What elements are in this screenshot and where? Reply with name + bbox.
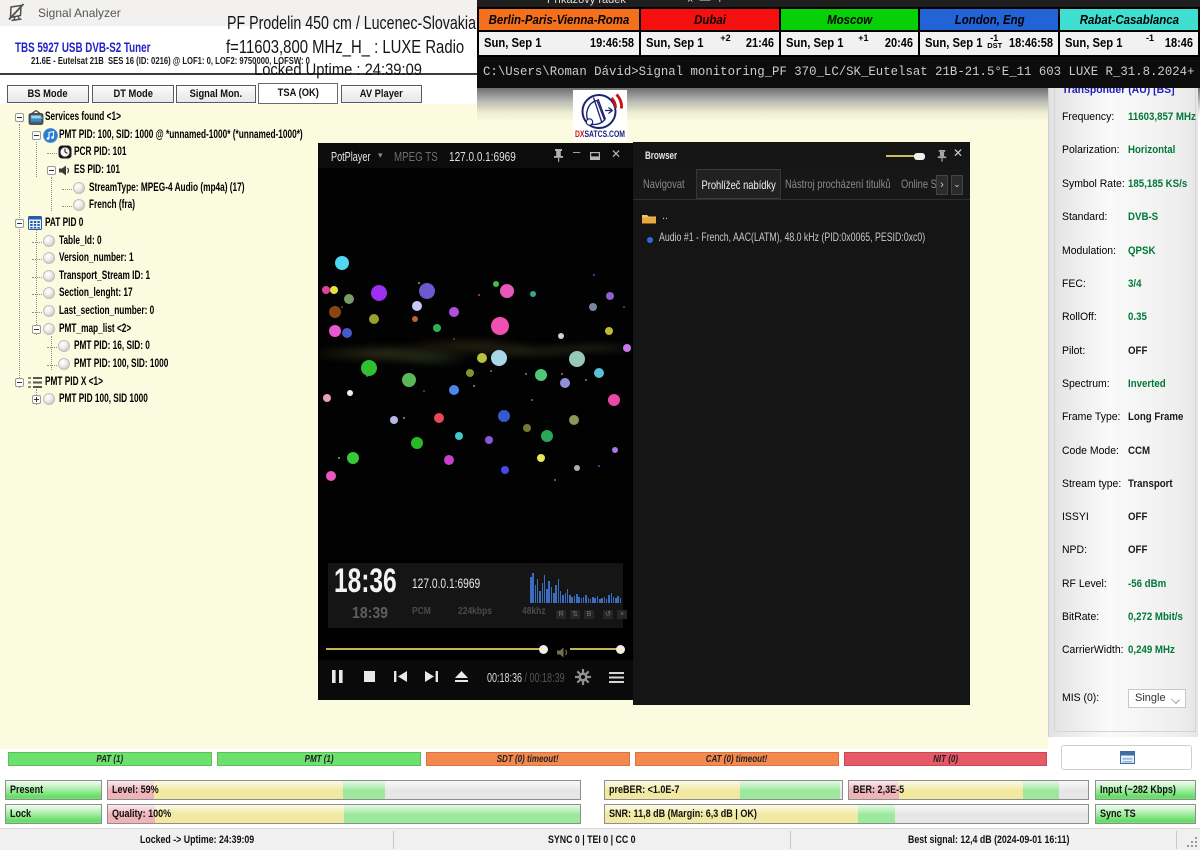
svg-text:DXSATCS.COM: DXSATCS.COM [575,129,625,140]
